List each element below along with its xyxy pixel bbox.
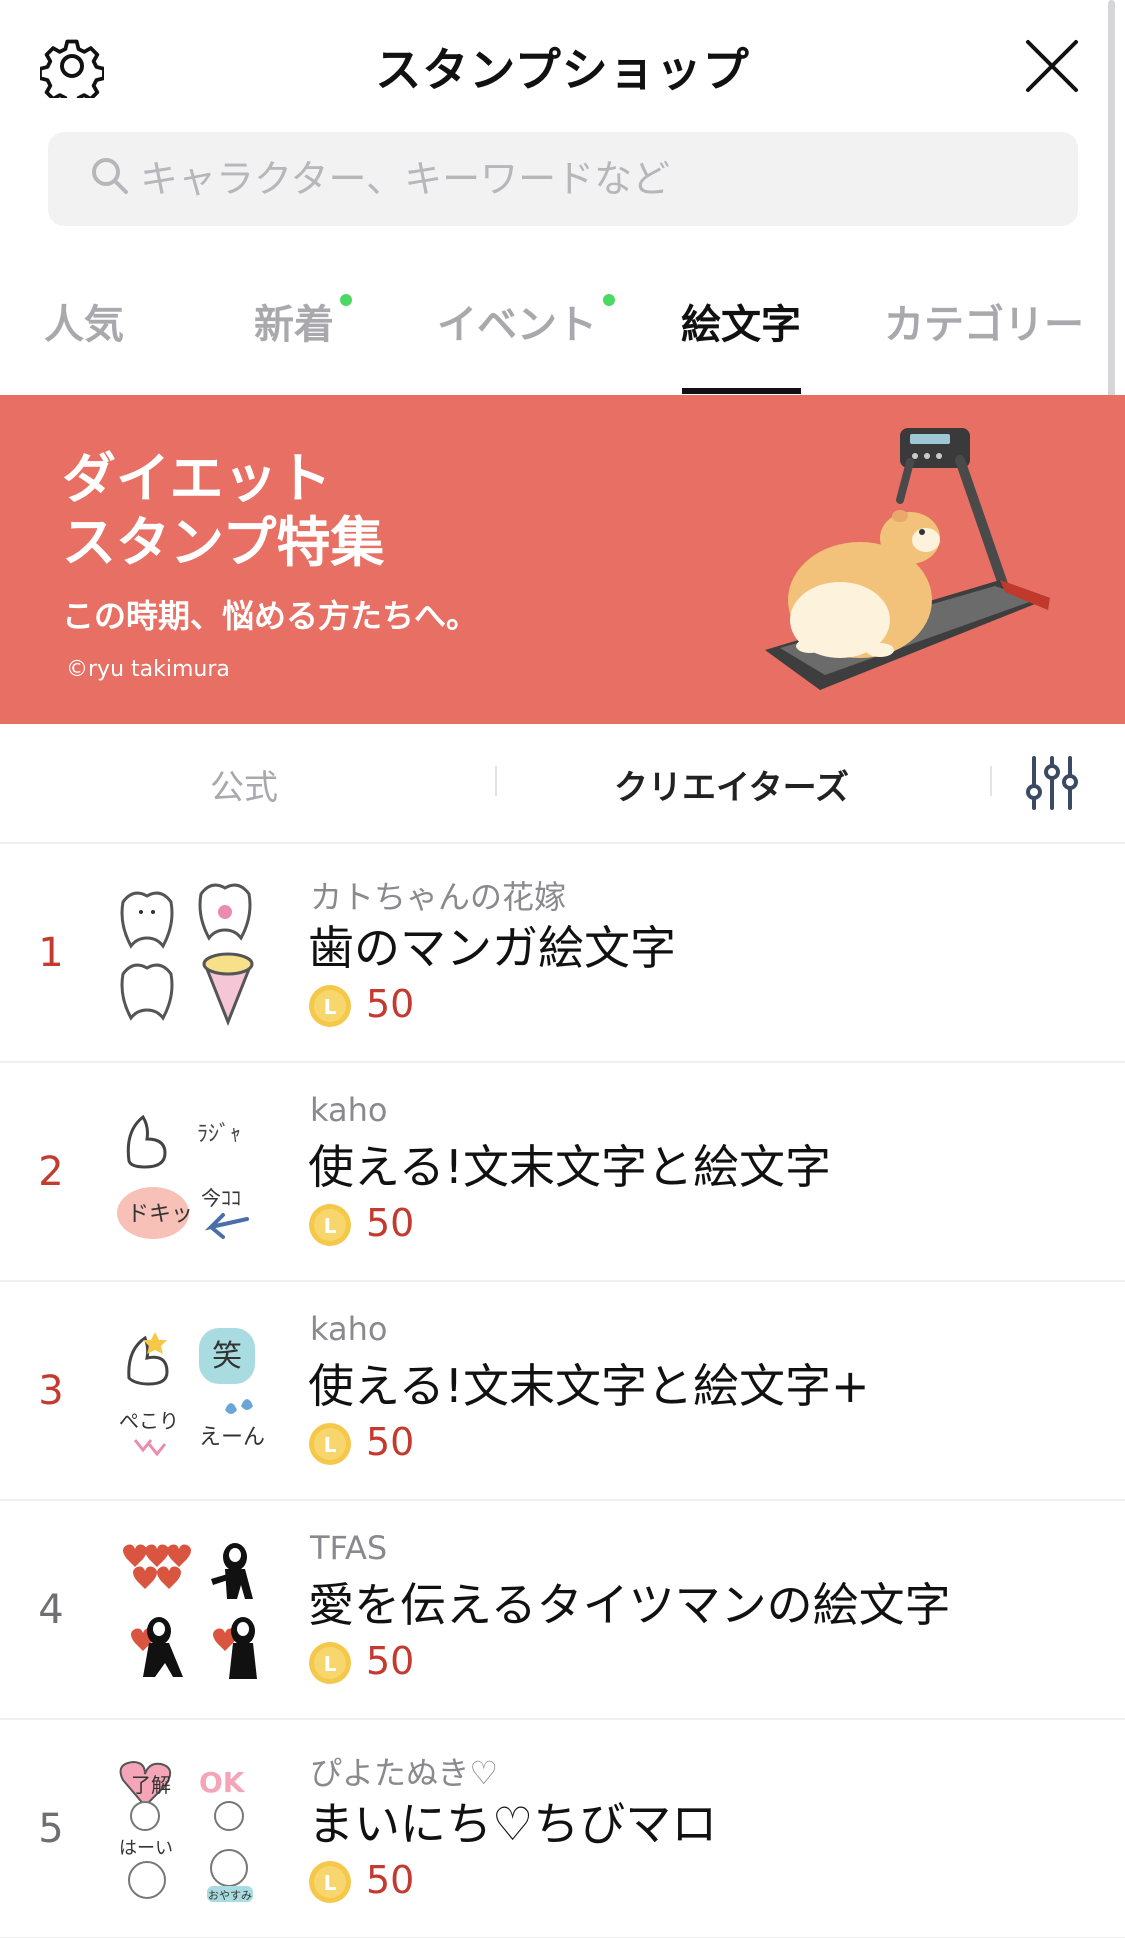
close-icon[interactable] bbox=[1022, 36, 1082, 96]
new-indicator-dot bbox=[340, 294, 352, 306]
creator-name: kaho bbox=[310, 1091, 388, 1129]
promo-banner[interactable]: ダイエット スタンプ特集 この時期、悩める方たちへ。 ©ryu takimura bbox=[0, 395, 1125, 724]
search-input[interactable] bbox=[140, 132, 1040, 226]
item-title: 使える!文末文字と絵文字 bbox=[308, 1140, 832, 1194]
svg-text:おやすみ: おやすみ bbox=[208, 1889, 252, 1902]
tab-popular[interactable]: 人気 bbox=[44, 292, 124, 350]
sticker-thumbnail bbox=[120, 883, 254, 1027]
rank-number: 4 bbox=[38, 1587, 64, 1633]
search-bar bbox=[48, 132, 1078, 226]
svg-text:えーん: えーん bbox=[199, 1425, 265, 1450]
svg-text:L: L bbox=[324, 995, 337, 1019]
banner-subtitle: この時期、悩める方たちへ。 bbox=[62, 597, 479, 635]
sticker-thumbnail: 笑 ぺこり えーん bbox=[119, 1328, 265, 1457]
new-indicator-dot bbox=[603, 294, 615, 306]
filter-sliders-icon[interactable] bbox=[1022, 754, 1082, 812]
svg-text:笑: 笑 bbox=[212, 1339, 242, 1374]
item-title: 歯のマンガ絵文字 bbox=[308, 921, 676, 975]
item-title: 愛を伝えるタイツマンの絵文字 bbox=[308, 1578, 951, 1632]
subtab-creators[interactable]: クリエイターズ bbox=[614, 760, 849, 809]
coin-icon: L bbox=[309, 1423, 351, 1465]
divider bbox=[495, 766, 497, 796]
price: 50 bbox=[366, 982, 415, 1026]
creator-name: kaho bbox=[310, 1310, 388, 1348]
divider bbox=[990, 766, 992, 796]
tab-label: 絵文字 bbox=[681, 302, 801, 348]
svg-text:L: L bbox=[324, 1871, 337, 1895]
svg-text:ドキッ: ドキッ bbox=[127, 1202, 193, 1227]
svg-text:L: L bbox=[324, 1214, 337, 1238]
header: スタンプショップ bbox=[0, 0, 1125, 130]
tab-label: 新着 bbox=[254, 302, 334, 348]
subtab-official[interactable]: 公式 bbox=[210, 760, 278, 809]
item-title: 使える!文末文字と絵文字+ bbox=[308, 1359, 870, 1413]
tab-new[interactable]: 新着 bbox=[254, 292, 352, 350]
tab-events[interactable]: イベント bbox=[437, 292, 615, 350]
sticker-thumbnail: ﾗｼﾞｬ ドキッ 今ｺｺ bbox=[117, 1114, 249, 1239]
rank-number: 2 bbox=[38, 1149, 64, 1195]
coin-icon: L bbox=[309, 985, 351, 1027]
coin-icon: L bbox=[309, 1204, 351, 1246]
emoji-ranking-list: 1 カトちゃんの花嫁 歯のマンガ絵文字 L 50 2 ﾗｼﾞｬ ドキッ 今ｺｺ … bbox=[0, 844, 1125, 1938]
tab-label: カテゴリー bbox=[884, 302, 1084, 348]
svg-text:はーい: はーい bbox=[119, 1838, 173, 1859]
svg-text:L: L bbox=[324, 1652, 337, 1676]
list-item[interactable]: 1 カトちゃんの花嫁 歯のマンガ絵文字 L 50 bbox=[0, 844, 1125, 1063]
tab-emoji[interactable]: 絵文字 bbox=[681, 292, 801, 350]
sticker-thumbnail bbox=[123, 1543, 257, 1679]
coin-icon: L bbox=[309, 1642, 351, 1684]
price: 50 bbox=[366, 1858, 415, 1902]
category-tabs: 人気 新着 イベント 絵文字 カテゴリー bbox=[0, 262, 1110, 394]
banner-title-line2: スタンプ特集 bbox=[62, 511, 385, 574]
price: 50 bbox=[366, 1201, 415, 1245]
sticker-thumbnail: 了解 OK はーい おやすみ bbox=[119, 1760, 253, 1902]
list-item[interactable]: 2 ﾗｼﾞｬ ドキッ 今ｺｺ kaho 使える!文末文字と絵文字 L 50 bbox=[0, 1063, 1125, 1282]
svg-text:L: L bbox=[324, 1433, 337, 1457]
search-icon bbox=[92, 158, 128, 194]
price: 50 bbox=[366, 1639, 415, 1683]
svg-text:ぺこり: ぺこり bbox=[119, 1409, 179, 1433]
list-item[interactable]: 5 了解 OK はーい おやすみ ぴよたぬき♡ まいにち♡ちびマロ L 50 bbox=[0, 1720, 1125, 1938]
active-tab-indicator bbox=[682, 388, 801, 394]
svg-text:了解: 了解 bbox=[131, 1773, 171, 1797]
svg-text:OK: OK bbox=[199, 1766, 246, 1799]
list-item[interactable]: 4 TFAS 愛を伝えるタイツマンの絵文字 L 50 bbox=[0, 1501, 1125, 1720]
list-item[interactable]: 3 笑 ぺこり えーん kaho 使える!文末文字と絵文字+ L 50 bbox=[0, 1282, 1125, 1501]
coin-icon: L bbox=[309, 1861, 351, 1903]
creator-filter-tabs: 公式 クリエイターズ bbox=[0, 724, 1125, 844]
item-title: まいにち♡ちびマロ bbox=[308, 1797, 718, 1851]
rank-number: 3 bbox=[38, 1368, 64, 1414]
tab-label: イベント bbox=[437, 302, 597, 348]
svg-text:今ｺｺ: 今ｺｺ bbox=[201, 1186, 241, 1210]
svg-text:ﾗｼﾞｬ: ﾗｼﾞｬ bbox=[197, 1122, 241, 1147]
tab-label: 人気 bbox=[44, 302, 124, 348]
creator-name: TFAS bbox=[310, 1529, 388, 1567]
rank-number: 1 bbox=[38, 930, 64, 976]
banner-credit: ©ryu takimura bbox=[66, 657, 230, 682]
page-title: スタンプショップ bbox=[375, 43, 750, 97]
tab-categories[interactable]: カテゴリー bbox=[884, 292, 1084, 350]
price: 50 bbox=[366, 1420, 415, 1464]
rank-number: 5 bbox=[38, 1806, 64, 1852]
treadmill-hamster-illustration bbox=[765, 428, 1050, 690]
banner-title-line1: ダイエット bbox=[62, 447, 332, 510]
